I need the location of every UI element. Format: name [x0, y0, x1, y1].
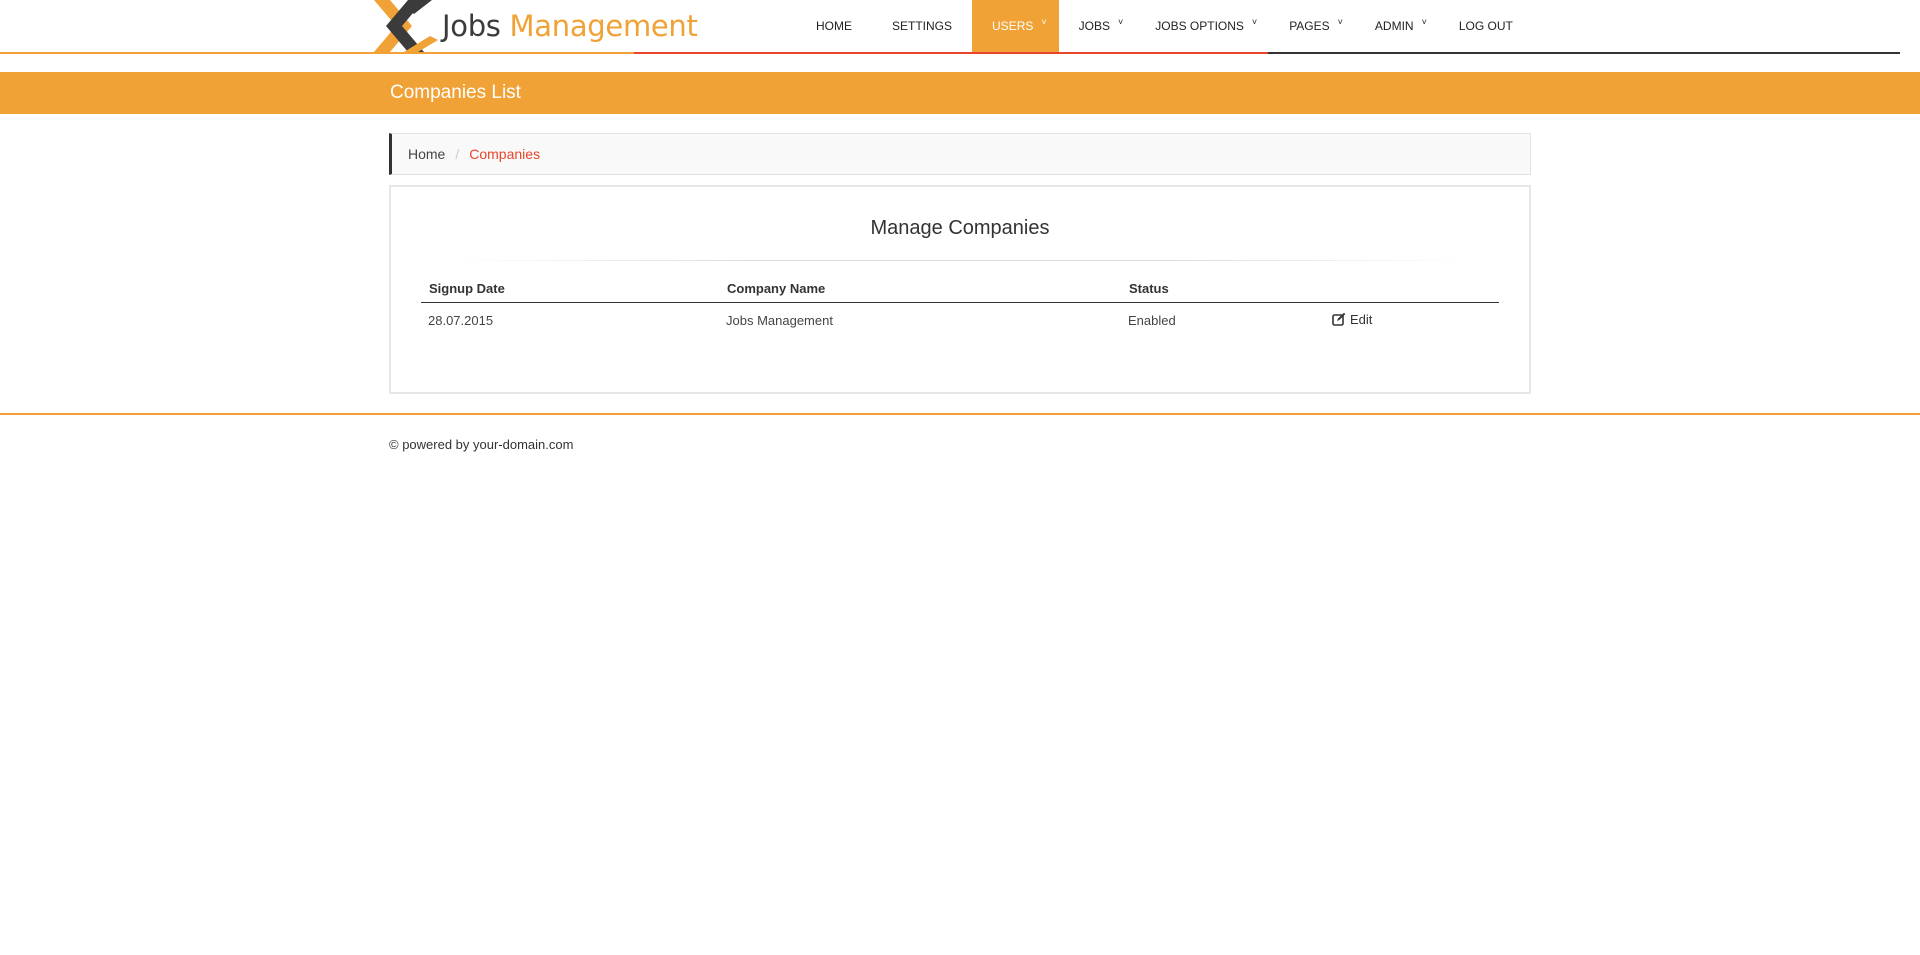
- header-divider-orange: [0, 52, 634, 54]
- nav-item-label: JOBS OPTIONS: [1155, 19, 1244, 33]
- header-divider-red: [634, 52, 1268, 54]
- nav-item-logout[interactable]: LOG OUT: [1439, 0, 1533, 52]
- nav-item-jobs-options[interactable]: JOBS OPTIONS ˅: [1135, 0, 1269, 52]
- column-header-actions: [1325, 276, 1499, 303]
- table-row: 28.07.2015 Jobs Management Enabled Edit: [421, 302, 1499, 338]
- edit-button[interactable]: Edit: [1332, 312, 1372, 327]
- nav-item-label: PAGES: [1289, 19, 1330, 33]
- cell-actions: Edit: [1325, 302, 1499, 338]
- breadcrumb: Home / Companies: [389, 133, 1531, 175]
- companies-table: Signup Date Company Name Status 28.07.20…: [421, 276, 1499, 338]
- chevron-down-icon: ˅: [1117, 17, 1124, 27]
- site-header: Jobs Management HOME SETTINGS USERS ˅ JO…: [0, 0, 1920, 54]
- breadcrumb-separator: /: [455, 146, 460, 162]
- column-header-company-name: Company Name: [719, 276, 1121, 303]
- nav-item-label: LOG OUT: [1458, 19, 1513, 33]
- cell-company-name: Jobs Management: [726, 312, 833, 328]
- main-nav: HOME SETTINGS USERS ˅ JOBS ˅ JOBS OPTION…: [796, 0, 1533, 52]
- nav-item-label: SETTINGS: [892, 19, 953, 33]
- logo-mark-icon: [374, 0, 438, 52]
- nav-item-label: HOME: [816, 19, 852, 33]
- nav-item-pages[interactable]: PAGES ˅: [1269, 0, 1355, 52]
- nav-item-label: USERS: [992, 19, 1034, 33]
- edit-label: Edit: [1350, 311, 1373, 327]
- cell-signup-date: 28.07.2015: [428, 312, 494, 328]
- nav-item-admin[interactable]: ADMIN ˅: [1355, 0, 1439, 52]
- chevron-down-icon: ˅: [1421, 17, 1427, 27]
- footer-divider: [0, 413, 1920, 415]
- chevron-down-icon: ˅: [1251, 17, 1258, 27]
- panel-title: Manage Companies: [870, 217, 1050, 239]
- nav-item-label: JOBS: [1078, 19, 1110, 33]
- footer-credit: © powered by your-domain.com: [389, 437, 574, 452]
- edit-icon: [1332, 312, 1346, 326]
- nav-item-home[interactable]: HOME: [796, 0, 872, 52]
- page-title: Companies List: [390, 82, 521, 103]
- chevron-down-icon: ˅: [1337, 17, 1343, 27]
- logo-text-part1: Jobs: [442, 9, 501, 43]
- page-title-bar: Companies List: [0, 72, 1920, 114]
- nav-item-users[interactable]: USERS ˅: [972, 0, 1059, 52]
- cell-status: Enabled: [1128, 312, 1176, 328]
- breadcrumb-home-link[interactable]: Home: [408, 146, 445, 162]
- header-divider-dark: [1268, 52, 1900, 54]
- column-header-signup-date: Signup Date: [421, 276, 719, 303]
- logo-text: Jobs Management: [442, 9, 698, 43]
- logo[interactable]: Jobs Management: [374, 0, 698, 52]
- chevron-down-icon: ˅: [1041, 17, 1047, 27]
- breadcrumb-current: Companies: [469, 146, 541, 162]
- companies-panel: Manage Companies Signup Date Company Nam…: [389, 185, 1531, 394]
- nav-item-label: ADMIN: [1374, 19, 1414, 33]
- panel-divider: [451, 260, 1471, 261]
- column-header-status: Status: [1121, 276, 1325, 303]
- nav-item-jobs[interactable]: JOBS ˅: [1059, 0, 1136, 52]
- table-header-row: Signup Date Company Name Status: [421, 276, 1499, 303]
- logo-text-part2: Management: [509, 9, 698, 43]
- nav-item-settings[interactable]: SETTINGS: [872, 0, 972, 52]
